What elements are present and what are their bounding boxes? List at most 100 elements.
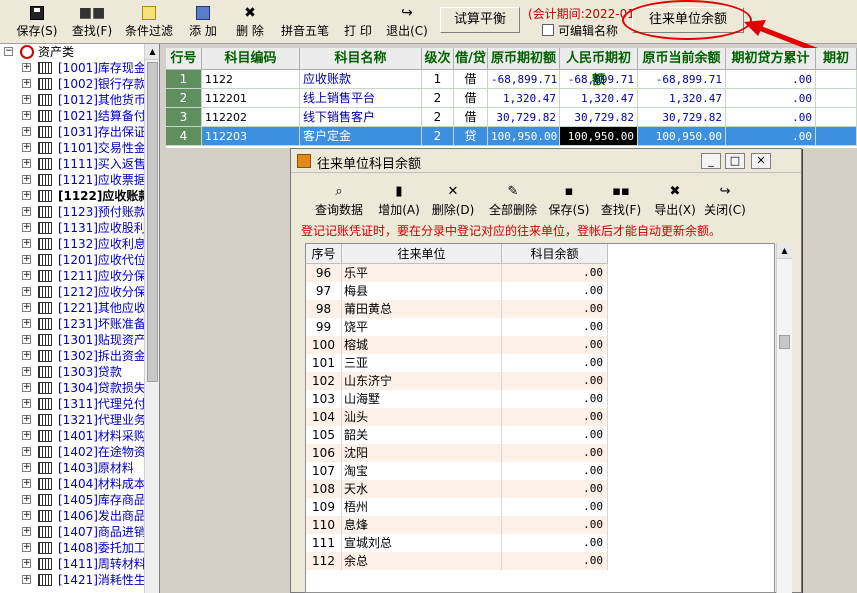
column-header[interactable]: 科目余额 (502, 244, 608, 264)
expand-icon[interactable]: + (22, 575, 31, 584)
expand-icon[interactable]: + (22, 463, 31, 472)
list-item[interactable]: 102 山东济宁 .00 (306, 372, 608, 390)
list-item[interactable]: 101 三亚 .00 (306, 354, 608, 372)
cell-rmb_open[interactable]: -68,899.71 (560, 70, 638, 89)
cell-rmb_open[interactable]: 30,729.82 (560, 108, 638, 127)
close-button[interactable]: ✕ (751, 153, 771, 169)
pinyin-wubi-button[interactable]: 拼音五笔 (278, 2, 332, 42)
list-item[interactable]: 99 饶平 .00 (306, 318, 608, 336)
cell-x[interactable] (816, 108, 857, 127)
cell-dc[interactable]: 借 (454, 70, 488, 89)
list-item[interactable]: 107 淘宝 .00 (306, 462, 608, 480)
delete-button[interactable]: ✖ 删 除 (228, 2, 272, 42)
cell-orig_open[interactable]: -68,899.71 (488, 70, 560, 89)
list-item[interactable]: 103 山海墅 .00 (306, 390, 608, 408)
table-row[interactable]: 4 112203 客户定金 2 贷 100,950.00 100,950.00 100,950… (166, 127, 857, 146)
cell-level[interactable]: 1 (422, 70, 454, 89)
expand-icon[interactable]: + (22, 271, 31, 280)
column-header[interactable]: 序号 (306, 244, 342, 264)
list-item[interactable]: 105 韶关 .00 (306, 426, 608, 444)
cell-no[interactable]: 3 (166, 108, 202, 127)
column-header[interactable]: 期初 (816, 48, 857, 70)
table-row[interactable]: 3 112202 线下销售客户 2 借 30,729.82 30,729.82 30,729.… (166, 108, 857, 127)
cell-name[interactable]: 线下销售客户 (300, 108, 422, 127)
cell-level[interactable]: 2 (422, 89, 454, 108)
cell-code[interactable]: 1122 (202, 70, 300, 89)
filter-button[interactable]: 条件过滤 (122, 2, 176, 42)
cell-no[interactable]: 1 (166, 70, 202, 89)
expand-icon[interactable]: + (22, 95, 31, 104)
column-header[interactable]: 科目编码 (202, 48, 300, 70)
editable-name-checkbox[interactable] (542, 24, 554, 36)
list-item[interactable]: 111 宣城刘总 .00 (306, 534, 608, 552)
table-scrollbar[interactable]: ▲ (776, 243, 792, 593)
cell-rmb_open[interactable]: 100,950.00 (560, 127, 638, 146)
expand-icon[interactable]: + (22, 447, 31, 456)
expand-icon[interactable]: + (22, 287, 31, 296)
cell-credit[interactable]: .00 (726, 89, 816, 108)
cell-credit[interactable]: .00 (726, 108, 816, 127)
table-row[interactable]: 1 1122 应收账款 1 借 -68,899.71 -68,899.71 -68,899.7… (166, 70, 857, 89)
print-button[interactable]: 打 印 (336, 2, 380, 42)
trial-balance-button[interactable]: 试算平衡 (440, 7, 520, 33)
list-item[interactable]: 110 息烽 .00 (306, 516, 608, 534)
table-row[interactable]: 2 112201 线上销售平台 2 借 1,320.47 1,320.47 1,320.47.… (166, 89, 857, 108)
tree-scrollbar[interactable]: ▲ (144, 44, 159, 593)
cell-orig_cur[interactable]: 100,950.00 (638, 127, 726, 146)
query-dialog-button[interactable]: ⌕ 查询数据 (311, 183, 367, 221)
list-item[interactable]: 100 榕城 .00 (306, 336, 608, 354)
list-item[interactable]: 104 汕头 .00 (306, 408, 608, 426)
expand-icon[interactable]: + (22, 479, 31, 488)
cell-credit[interactable]: .00 (726, 127, 816, 146)
column-header[interactable]: 原币期初额 (488, 48, 560, 70)
scroll-up-icon[interactable]: ▲ (777, 243, 792, 259)
cell-dc[interactable]: 贷 (454, 127, 488, 146)
cell-name[interactable]: 应收账款 (300, 70, 422, 89)
expand-icon[interactable]: + (22, 127, 31, 136)
minimize-button[interactable]: _ (701, 153, 721, 169)
cell-no[interactable]: 4 (166, 127, 202, 146)
maximize-button[interactable]: □ (725, 153, 745, 169)
expand-icon[interactable]: + (22, 175, 31, 184)
cell-orig_open[interactable]: 100,950.00 (488, 127, 560, 146)
cell-orig_cur[interactable]: -68,899.71 (638, 70, 726, 89)
expand-icon[interactable]: + (22, 559, 31, 568)
cell-level[interactable]: 2 (422, 127, 454, 146)
cell-orig_open[interactable]: 30,729.82 (488, 108, 560, 127)
cell-code[interactable]: 112203 (202, 127, 300, 146)
cell-rmb_open[interactable]: 1,320.47 (560, 89, 638, 108)
expand-icon[interactable]: + (22, 191, 31, 200)
cell-dc[interactable]: 借 (454, 108, 488, 127)
column-header[interactable]: 往来单位 (342, 244, 502, 264)
cell-no[interactable]: 2 (166, 89, 202, 108)
expand-icon[interactable]: + (22, 511, 31, 520)
expand-icon[interactable]: + (22, 255, 31, 264)
add-button[interactable]: 添 加 (182, 2, 224, 42)
column-header[interactable]: 期初贷方累计 (726, 48, 816, 70)
add-dialog-button[interactable]: ▮ 增加(A) (375, 183, 423, 221)
cell-level[interactable]: 2 (422, 108, 454, 127)
cell-credit[interactable]: .00 (726, 70, 816, 89)
expand-icon[interactable]: + (22, 335, 31, 344)
expand-icon[interactable]: + (22, 111, 31, 120)
cell-orig_open[interactable]: 1,320.47 (488, 89, 560, 108)
expand-icon[interactable]: + (22, 207, 31, 216)
column-header[interactable]: 科目名称 (300, 48, 422, 70)
eraser-dialog-button[interactable]: ✎ 全部删除 (483, 183, 543, 221)
cell-x[interactable] (816, 127, 857, 146)
expand-icon[interactable]: + (22, 399, 31, 408)
list-item[interactable]: 112 余总 .00 (306, 552, 608, 570)
expand-icon[interactable]: + (22, 63, 31, 72)
scroll-up-icon[interactable]: ▲ (145, 44, 159, 60)
column-header[interactable]: 人民币期初额 (560, 48, 638, 88)
list-item[interactable]: 96 乐平 .00 (306, 264, 608, 282)
list-item[interactable]: 108 天水 .00 (306, 480, 608, 498)
cell-name[interactable]: 客户定金 (300, 127, 422, 146)
exit-dialog-button[interactable]: ↪ 关闭(C) (703, 183, 747, 221)
expand-icon[interactable]: + (22, 319, 31, 328)
expand-icon[interactable]: + (22, 79, 31, 88)
expand-icon[interactable]: + (22, 367, 31, 376)
cell-dc[interactable]: 借 (454, 89, 488, 108)
expand-icon[interactable]: + (22, 351, 31, 360)
cell-code[interactable]: 112202 (202, 108, 300, 127)
